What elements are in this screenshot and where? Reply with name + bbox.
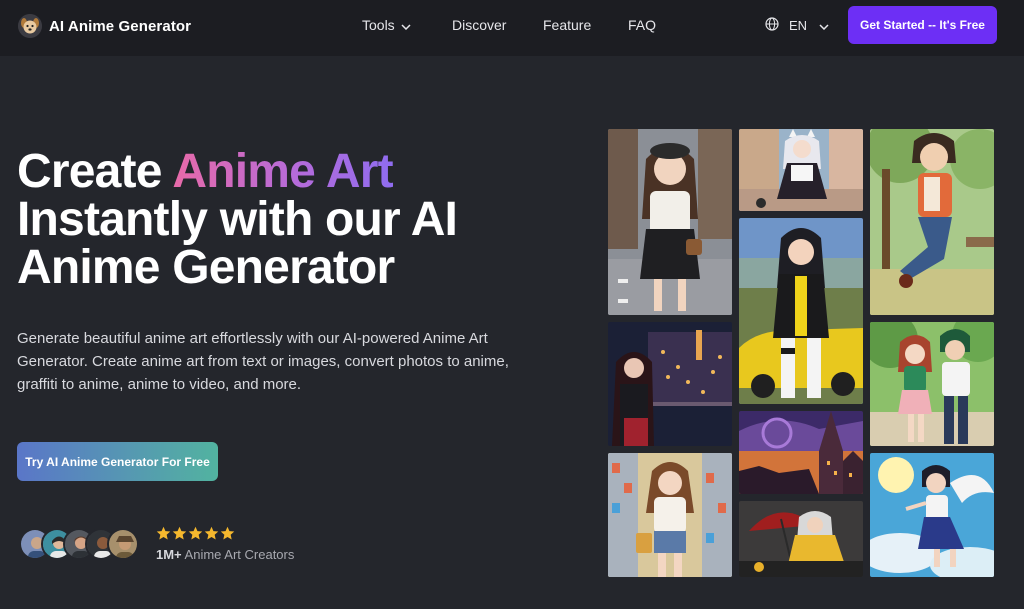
language-label: EN (789, 18, 808, 33)
gallery-image-samurai-umbrella[interactable] (739, 501, 863, 577)
nav-tools-dropdown[interactable]: Tools (362, 17, 411, 33)
gallery-image-girl-city-street[interactable] (608, 129, 732, 315)
star-icon (156, 526, 171, 540)
brand-name: AI Anime Generator (49, 17, 192, 35)
get-started-button[interactable]: Get Started -- It's Free (848, 6, 997, 44)
creators-label: Anime Art Creators (181, 547, 295, 562)
gallery-image-fantasy-castle-sunset[interactable] (739, 411, 863, 494)
hero-description: Generate beautiful anime art effortlessl… (17, 330, 509, 393)
nav-discover[interactable]: Discover (452, 17, 506, 33)
hero-title-highlight: Anime Art (172, 145, 393, 198)
gallery-image-girl-flying-sky[interactable] (870, 453, 994, 577)
brand-link[interactable]: AI Anime Generator (18, 13, 191, 39)
gallery-image-boy-sitting-park[interactable] (870, 129, 994, 315)
avatar (107, 528, 139, 560)
star-icon (188, 526, 203, 540)
creators-number: 1M+ (156, 547, 182, 562)
top-nav: AI Anime Generator Tools Discover Featur… (0, 0, 1024, 56)
language-selector[interactable]: EN (765, 17, 829, 34)
try-generator-button[interactable]: Try AI Anime Generator For Free (17, 442, 218, 481)
chevron-down-icon (401, 17, 411, 33)
creators-count: 1M+ Anime Art Creators (156, 547, 294, 562)
star-icon (204, 526, 219, 540)
gallery-image-cat-girl-maid[interactable] (739, 129, 863, 211)
globe-icon (765, 17, 779, 34)
star-icon (172, 526, 187, 540)
hero-title-line-3: Anime Generator (17, 241, 395, 294)
gallery-image-racer-girl-car[interactable] (739, 218, 863, 404)
nav-feature[interactable]: Feature (543, 17, 591, 33)
gallery-image-girl-night-city[interactable] (608, 322, 732, 446)
hero-title: Create Anime Art Instantly with our AI A… (17, 148, 577, 292)
hero-title-line-1: Create Anime Art (17, 148, 577, 196)
hero-title-line-2: Instantly with our AI (17, 193, 458, 246)
dog-logo-icon (18, 14, 42, 38)
rating-stars (156, 526, 236, 541)
gallery-image-girl-supermarket[interactable] (608, 453, 732, 577)
star-icon (220, 526, 235, 540)
nav-faq[interactable]: FAQ (628, 17, 656, 33)
hero-title-plain: Create (17, 145, 173, 198)
gallery-image-couple-walking[interactable] (870, 322, 994, 446)
chevron-down-icon (819, 18, 829, 33)
nav-tools-label: Tools (362, 17, 395, 33)
